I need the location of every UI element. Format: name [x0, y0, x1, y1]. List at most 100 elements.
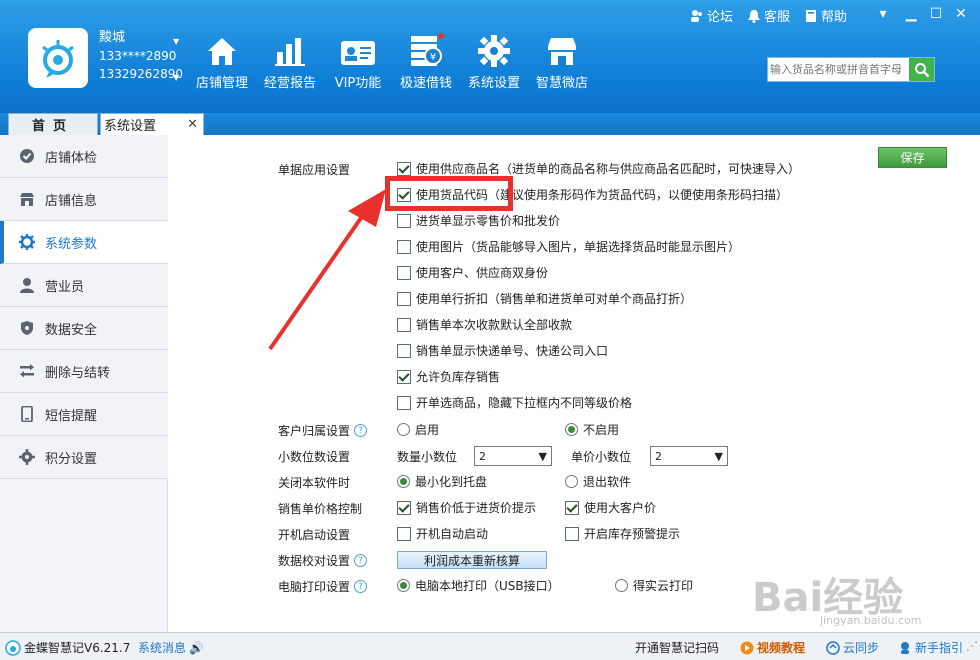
guide-icon — [901, 641, 909, 654]
radio[interactable] — [615, 579, 628, 592]
checkbox[interactable] — [397, 343, 411, 358]
print-local-radio[interactable]: 电脑本地打印（USB接口） — [397, 577, 560, 594]
close-exit-radio[interactable]: 退出软件 — [565, 473, 631, 490]
option-label: 开单选商品，隐藏下拉框内不同等级价格 — [416, 396, 633, 410]
price-decimal-select[interactable]: 2 ▼ — [650, 446, 728, 466]
store-icon — [18, 190, 36, 208]
phone-dropdown-icon[interactable]: ▼ — [173, 69, 179, 87]
people-icon — [691, 9, 702, 22]
nav-settings[interactable]: 系统设置 — [462, 30, 526, 91]
radio-label: 得实云打印 — [633, 579, 694, 593]
option-label: 允许负库存销售 — [416, 370, 501, 384]
nav-smart-shop[interactable]: 智慧微店 — [530, 30, 594, 91]
cloud-sync-link[interactable]: 云同步 — [826, 639, 879, 656]
video-tutorial-link[interactable]: 视频教程 — [740, 639, 805, 656]
beginner-guide-link[interactable]: 新手指引 — [898, 639, 963, 656]
radio[interactable] — [397, 423, 410, 436]
nav-loan[interactable]: ¥ 极速借钱 — [394, 30, 458, 91]
checkbox[interactable] — [565, 526, 579, 541]
recalc-button[interactable]: 利润成本重新核算 — [397, 551, 547, 569]
checkbox[interactable] — [565, 500, 579, 515]
option-express-number[interactable]: 销售单显示快递单号、快递公司入口 — [397, 342, 608, 359]
sidebar-item-delete-transfer[interactable]: 删除与结转 — [0, 350, 168, 393]
option-use-images[interactable]: 使用图片（货品能够导入图片，单据选择货品时能显示图片） — [397, 238, 740, 255]
sidebar-item-store-check[interactable]: 店铺体检 — [0, 135, 168, 178]
sidebar-item-label: 店铺体检 — [45, 150, 98, 166]
system-message-link[interactable]: 系统消息 🔊 — [138, 639, 204, 656]
checkbox[interactable] — [397, 500, 411, 515]
help-link[interactable]: 帮助 — [804, 6, 847, 25]
option-auto-start[interactable]: 开机自动启动 — [397, 525, 488, 542]
user-info[interactable]: 黢城 ▼ 133****2890 13329262890 ▼ — [99, 29, 183, 83]
radio[interactable] — [397, 579, 410, 592]
user-phone-1: 133****2890 — [99, 49, 177, 63]
sidebar-item-label: 删除与结转 — [45, 365, 111, 381]
book-icon — [806, 9, 817, 22]
save-button[interactable]: 保存 — [878, 147, 947, 168]
option-big-customer-price[interactable]: 使用大客户价 — [565, 499, 656, 516]
checkbox[interactable] — [397, 213, 411, 228]
print-cloud-radio[interactable]: 得实云打印 — [615, 577, 693, 594]
price-decimal-label: 单价小数位 — [571, 450, 632, 464]
tab-home[interactable]: 首页 — [8, 113, 98, 135]
sidebar-item-points[interactable]: 积分设置 — [0, 436, 168, 479]
option-negative-stock[interactable]: 允许负库存销售 — [397, 368, 500, 385]
customer-enable-radio[interactable]: 启用 — [397, 421, 439, 438]
nav-store-manage[interactable]: 店铺管理 — [190, 30, 254, 91]
checkbox[interactable] — [397, 291, 411, 306]
user-phone-2: 13329262890 — [99, 67, 183, 81]
minimize-button[interactable]: ▁ — [900, 4, 922, 24]
system-message-text: 系统消息 — [138, 641, 187, 655]
sidebar-item-sms[interactable]: 短信提醒 — [0, 393, 168, 436]
option-line-discount[interactable]: 使用单行折扣（销售单和进货单可对单个商品打折） — [397, 290, 692, 307]
customer-disable-radio[interactable]: 不启用 — [565, 421, 619, 438]
help-icon[interactable]: ? — [354, 580, 368, 593]
radio[interactable] — [565, 475, 578, 488]
checkbox[interactable] — [397, 369, 411, 384]
skin-button[interactable]: ▾ — [872, 4, 894, 24]
option-price-low-tip[interactable]: 销售价低于进货价提示 — [397, 499, 536, 516]
sidebar-item-label: 店铺信息 — [45, 193, 98, 209]
resize-grip-icon[interactable]: ⋰ — [966, 639, 978, 653]
option-full-payment[interactable]: 销售单本次收款默认全部收款 — [397, 316, 572, 333]
tab-system-settings[interactable]: 系统设置 ✕ — [100, 113, 204, 135]
radio[interactable] — [397, 475, 410, 488]
user-dropdown-icon[interactable]: ▼ — [173, 33, 179, 51]
close-minimize-radio[interactable]: 最小化到托盘 — [397, 473, 487, 490]
promo-text[interactable]: 开通智慧记扫码 — [635, 639, 719, 656]
maximize-button[interactable]: ☐ — [925, 4, 947, 24]
checkbox[interactable] — [397, 161, 411, 176]
person-icon — [18, 276, 36, 294]
checkbox[interactable] — [397, 317, 411, 332]
help-icon[interactable]: ? — [354, 424, 368, 437]
option-supplier-name[interactable]: 使用供应商品名（进货单的商品名称与供应商品名匹配时，可快速导入） — [397, 160, 800, 177]
sidebar-item-store-info[interactable]: 店铺信息 — [0, 178, 168, 221]
close-button[interactable]: ✕ — [950, 4, 972, 24]
option-hide-level-prices[interactable]: 开单选商品，隐藏下拉框内不同等级价格 — [397, 394, 632, 411]
customer-label-text: 客户归属设置 — [278, 424, 351, 438]
sidebar-item-system-params[interactable]: 系统参数 — [0, 221, 168, 264]
checkbox[interactable] — [397, 526, 411, 541]
tab-close-icon[interactable]: ✕ — [187, 117, 198, 132]
checkbox[interactable] — [397, 265, 411, 280]
option-dual-identity[interactable]: 使用客户、供应商双身份 — [397, 264, 548, 281]
nav-vip[interactable]: VIP功能 — [326, 30, 390, 91]
checkbox[interactable] — [397, 395, 411, 410]
service-link[interactable]: 客服 — [747, 6, 790, 25]
help-icon[interactable]: ? — [354, 554, 368, 567]
forum-link[interactable]: 论坛 — [690, 6, 733, 25]
sidebar-item-data-security[interactable]: 数据安全 — [0, 307, 168, 350]
nav-report[interactable]: 经营报告 — [258, 30, 322, 91]
search-button[interactable] — [909, 58, 934, 81]
nav-label: VIP功能 — [334, 76, 382, 91]
radio[interactable] — [565, 423, 578, 436]
app-header: 黢城 ▼ 133****2890 13329262890 ▼ 店铺管理 经营报告… — [0, 0, 980, 113]
option-label: 开机自动启动 — [416, 527, 489, 541]
qty-decimal-select[interactable]: 2 ▼ — [474, 446, 552, 466]
option-show-retail-wholesale[interactable]: 进货单显示零售价和批发价 — [397, 212, 560, 229]
sidebar-item-staff[interactable]: 营业员 — [0, 264, 168, 307]
option-stock-warning[interactable]: 开启库存预警提示 — [565, 525, 680, 542]
cloud-sync-text: 云同步 — [843, 641, 880, 655]
search-input[interactable] — [768, 58, 909, 81]
checkbox[interactable] — [397, 239, 411, 254]
